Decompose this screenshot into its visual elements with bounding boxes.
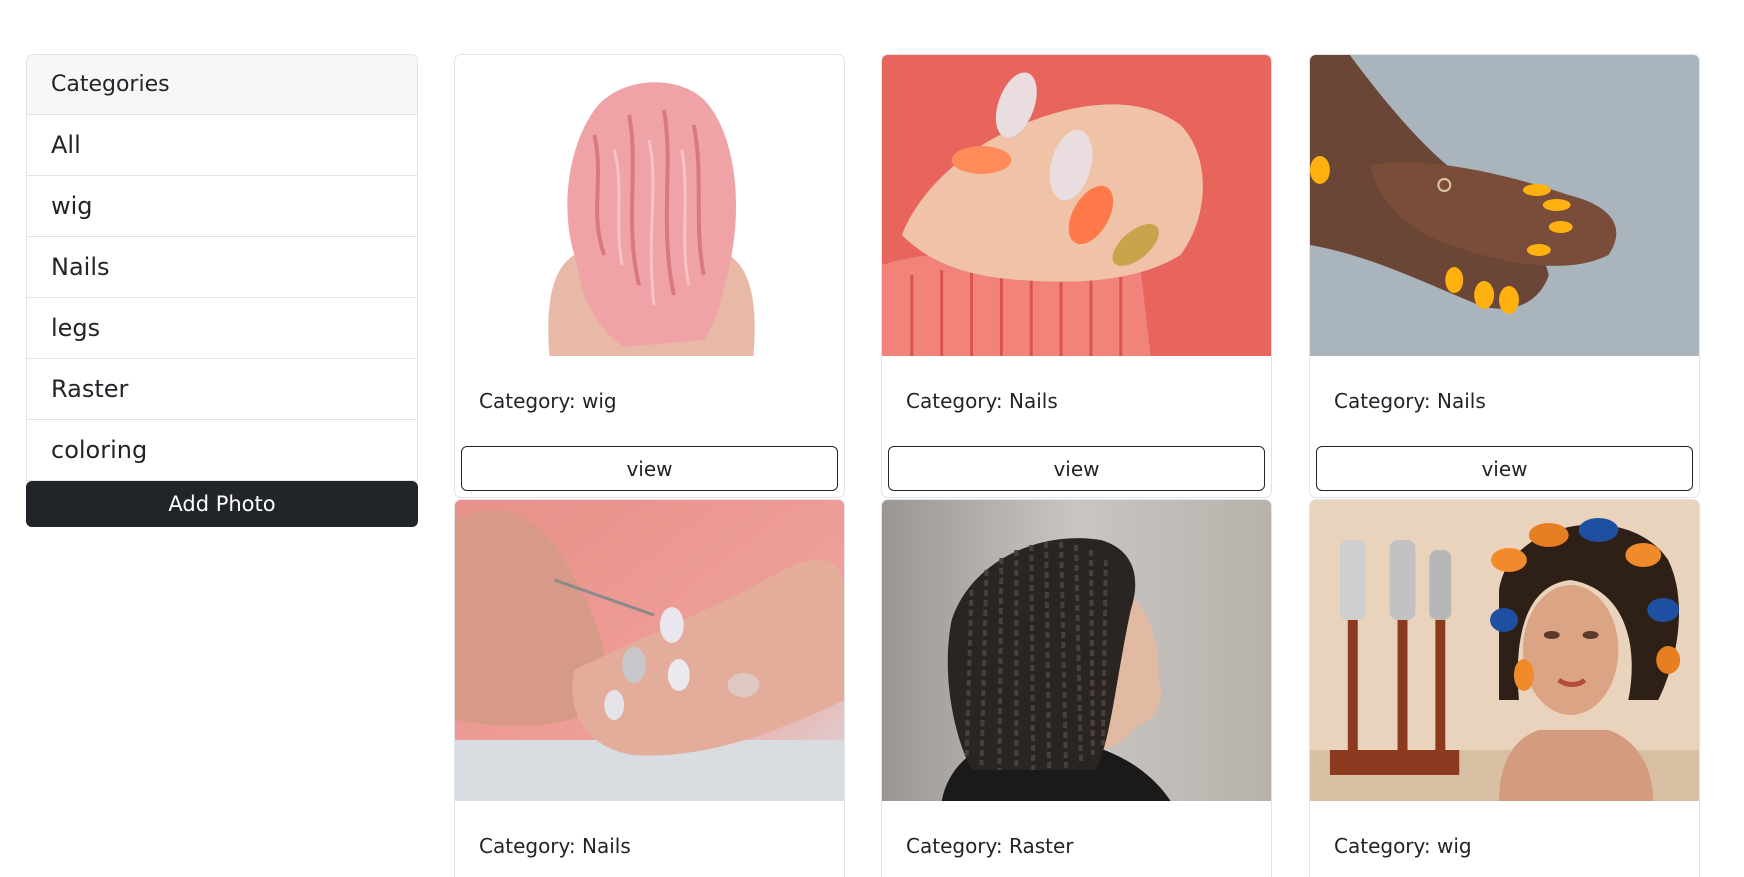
categories-sidebar: Categories All wig Nails legs Raster col… xyxy=(26,54,418,527)
photo-pink-wavy-wig[interactable] xyxy=(455,55,844,356)
view-button[interactable]: view xyxy=(1316,446,1693,491)
photo-box-braids[interactable] xyxy=(882,500,1271,801)
categories-list: Categories All wig Nails legs Raster col… xyxy=(26,54,418,481)
card-category-label: Category: Nails xyxy=(1334,389,1486,413)
category-item-legs[interactable]: legs xyxy=(27,298,417,359)
card-category-label: Category: wig xyxy=(479,389,617,413)
category-item-wig[interactable]: wig xyxy=(27,176,417,237)
card-category-label: Category: Nails xyxy=(479,834,631,858)
add-photo-button[interactable]: Add Photo xyxy=(26,481,418,527)
category-item-nails[interactable]: Nails xyxy=(27,237,417,298)
photo-card: Category: Nails xyxy=(454,499,845,877)
photo-card: Category: Raster xyxy=(881,499,1272,877)
photo-card: Category: Nails view xyxy=(881,54,1272,498)
view-button[interactable]: view xyxy=(461,446,838,491)
page: Categories All wig Nails legs Raster col… xyxy=(0,0,1744,877)
photo-mannequin-curlers[interactable] xyxy=(1310,500,1699,801)
photo-card: Category: wig xyxy=(1309,499,1700,877)
card-category-label: Category: Raster xyxy=(906,834,1074,858)
category-item-raster[interactable]: Raster xyxy=(27,359,417,420)
photo-yellow-nails-hands[interactable] xyxy=(1310,55,1699,356)
categories-header: Categories xyxy=(27,55,417,115)
card-category-label: Category: wig xyxy=(1334,834,1472,858)
view-button[interactable]: view xyxy=(888,446,1265,491)
photo-card: Category: wig view xyxy=(454,54,845,498)
category-item-all[interactable]: All xyxy=(27,115,417,176)
card-category-label: Category: Nails xyxy=(906,389,1058,413)
photo-coral-gold-nails[interactable] xyxy=(882,55,1271,356)
category-item-coloring[interactable]: coloring xyxy=(27,420,417,480)
photo-card: Category: Nails view xyxy=(1309,54,1700,498)
photo-manicure-in-progress[interactable] xyxy=(455,500,844,801)
